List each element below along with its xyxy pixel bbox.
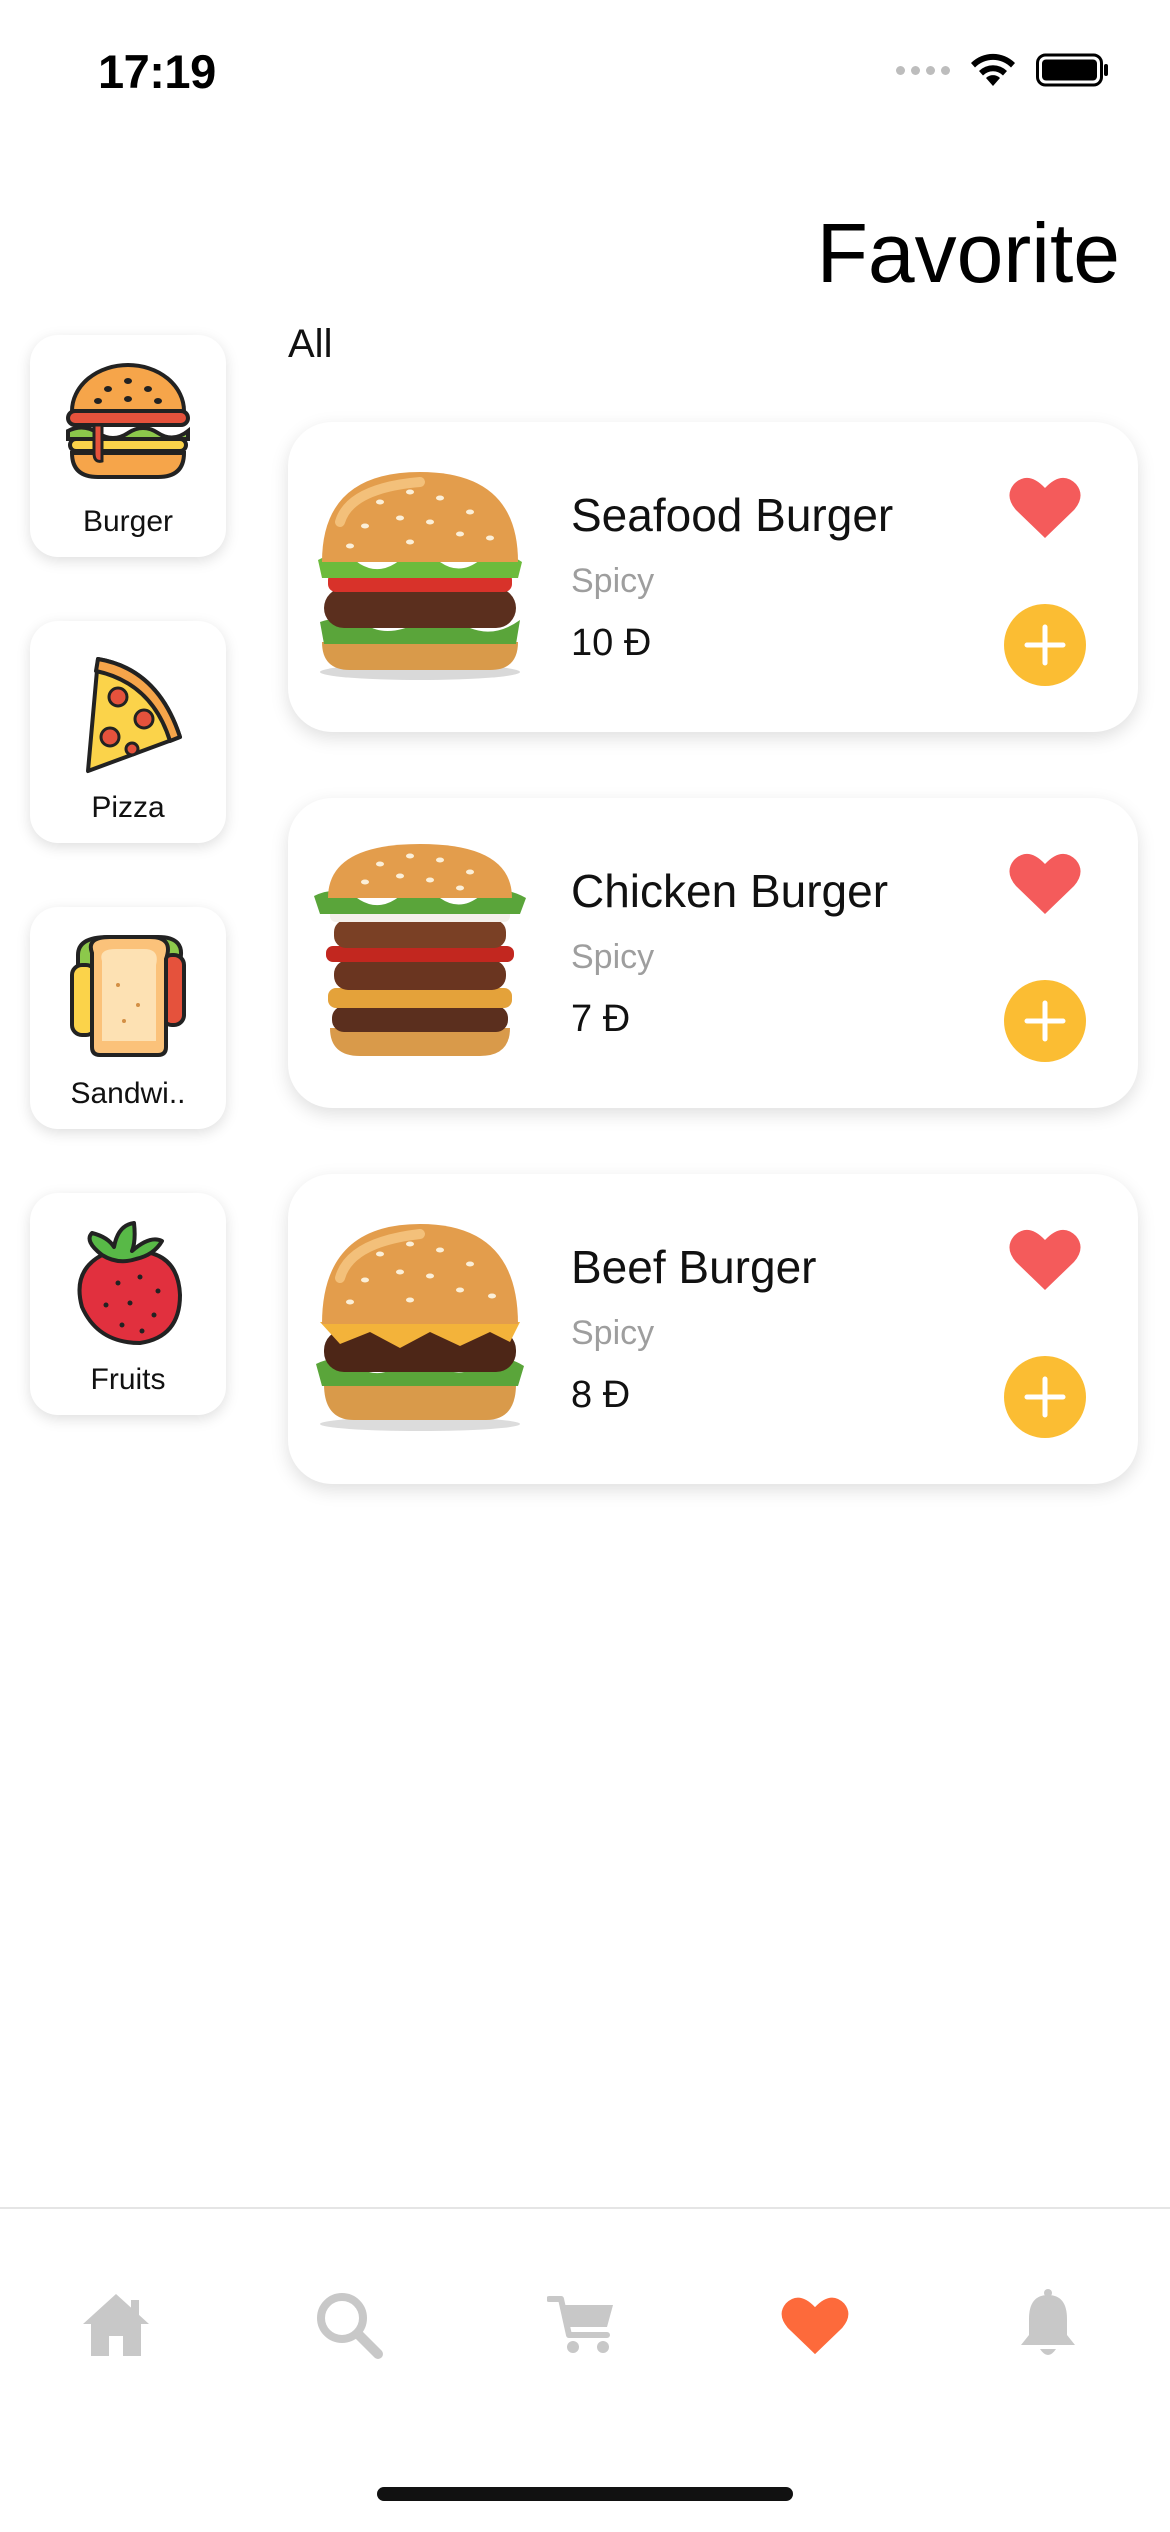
category-label: Pizza [91,791,165,824]
food-image-burger [316,1224,524,1431]
bell-icon [1021,2289,1075,2355]
food-name: Seafood Burger [571,489,894,541]
status-icons [896,52,1110,88]
pizza-icon [86,657,182,773]
category-label: Burger [82,505,174,538]
food-price: 8 Đ [571,1374,631,1416]
battery-icon [1036,53,1108,87]
tab-bar [0,2207,1170,2532]
favorite-list: Seafood Burger Spicy 10 Đ Chicken Burger… [288,422,1138,1550]
heart-icon [781,2297,849,2355]
food-card[interactable]: Seafood Burger Spicy 10 Đ [288,422,1138,732]
home-icon [83,2294,149,2356]
category-label: Sandwi.. [70,1077,186,1110]
food-tag: Spicy [571,938,655,976]
food-price: 10 Đ [571,622,652,664]
food-price: 7 Đ [571,998,631,1040]
page-title: Favorite [816,206,1120,300]
tab-cart[interactable] [542,2285,622,2365]
food-name: Beef Burger [571,1241,817,1293]
wifi-icon [971,53,1015,86]
cart-icon [547,2296,613,2353]
search-icon [317,2293,383,2359]
cellular-signal-icon [896,65,950,75]
food-name: Chicken Burger [571,865,889,917]
plus-icon [1024,1376,1066,1418]
category-sandwich[interactable]: Sandwi.. [30,907,226,1129]
category-list: Burger Pizza Sandwi.. Fruits [30,335,226,1479]
add-to-cart-button[interactable] [1004,1356,1086,1438]
tab-favorites[interactable] [775,2285,855,2365]
tab-notifications[interactable] [1008,2285,1088,2365]
food-image-burger [314,844,526,1056]
add-to-cart-button[interactable] [1004,980,1086,1062]
tab-home[interactable] [76,2285,156,2365]
strawberry-icon [77,1221,183,1346]
food-tag: Spicy [571,1314,655,1352]
status-bar: 17:19 [0,0,1170,150]
burger-icon [66,363,190,479]
favorite-heart-icon[interactable] [1008,850,1082,916]
plus-icon [1024,624,1066,666]
food-card[interactable]: Beef Burger Spicy 8 Đ [288,1174,1138,1484]
add-to-cart-button[interactable] [1004,604,1086,686]
status-time: 17:19 [98,45,216,98]
favorite-heart-icon[interactable] [1008,474,1082,540]
category-fruits[interactable]: Fruits [30,1193,226,1415]
category-label: Fruits [90,1363,166,1396]
filter-all-label[interactable]: All [288,322,332,367]
favorite-screen: 17:19 Favorite Burger Pizza Sandwi.. Fru… [0,0,1170,2532]
food-image-burger [318,472,522,680]
home-indicator[interactable] [377,2487,793,2501]
plus-icon [1024,1000,1066,1042]
favorite-heart-icon[interactable] [1008,1226,1082,1292]
category-pizza[interactable]: Pizza [30,621,226,843]
food-tag: Spicy [571,562,655,600]
category-burger[interactable]: Burger [30,335,226,557]
food-card[interactable]: Chicken Burger Spicy 7 Đ [288,798,1138,1108]
sandwich-icon [70,935,186,1057]
tab-search[interactable] [309,2285,389,2365]
